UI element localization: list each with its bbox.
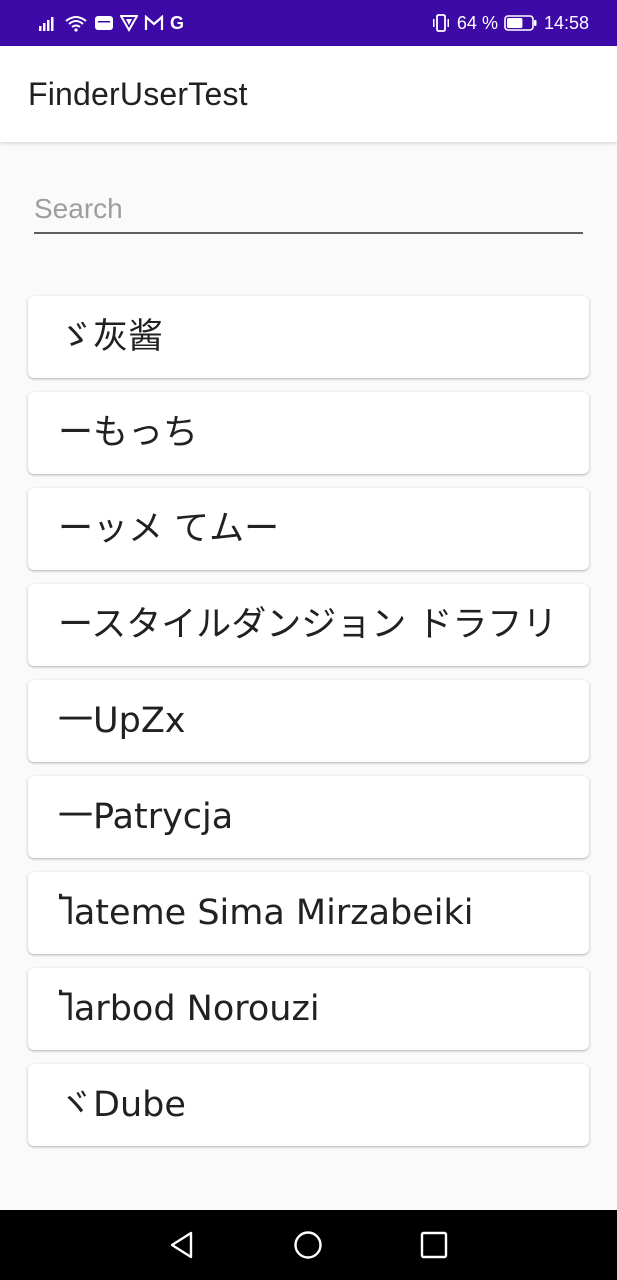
user-name: ーッメ てムー <box>58 509 280 549</box>
user-card-2[interactable]: ーもっち <box>28 392 589 474</box>
user-name: ゞ灰酱 <box>58 317 164 357</box>
battery-percent: 64 % <box>456 12 498 33</box>
user-card-9[interactable]: ヾDube <box>28 1064 589 1146</box>
status-bar-left: G <box>38 13 184 33</box>
status-bar: G 64 % 14:58 <box>0 0 617 46</box>
user-card-7[interactable]: Ⴈateme Sima Mirzabeiki <box>28 872 589 954</box>
user-name: ースタイルダンジョン ドラフリ <box>58 605 558 645</box>
signal-icon <box>38 13 58 33</box>
status-bar-right: 64 % 14:58 <box>431 13 589 34</box>
navigation-bar <box>0 1210 617 1280</box>
search-field <box>34 186 583 234</box>
message-icon <box>94 13 114 33</box>
back-triangle-icon[interactable] <box>163 1225 203 1265</box>
vpn-shield-icon <box>120 13 138 33</box>
user-name: Ⴈarbod Norouzi <box>58 989 320 1029</box>
user-card-1[interactable]: ゞ灰酱 <box>28 296 589 378</box>
user-name: Ⴈateme Sima Mirzabeiki <box>58 893 474 933</box>
user-card-3[interactable]: ーッメ てムー <box>28 488 589 570</box>
app-title: FinderUserTest <box>28 75 248 112</box>
user-card-5[interactable]: 一UpZx <box>28 680 589 762</box>
google-icon: G <box>170 12 185 33</box>
user-card-6[interactable]: 一Patrycja <box>28 776 589 858</box>
user-name: ヾDube <box>58 1085 186 1125</box>
app-bar: FinderUserTest <box>0 46 617 142</box>
vibrate-icon <box>431 13 451 33</box>
clock-time: 14:58 <box>543 12 589 33</box>
user-name: ーもっち <box>58 413 199 453</box>
user-card-4[interactable]: ースタイルダンジョン ドラフリ <box>28 584 589 666</box>
wifi-icon <box>64 13 88 33</box>
user-name: 一Patrycja <box>58 797 234 837</box>
home-circle-icon[interactable] <box>288 1225 328 1265</box>
battery-icon <box>504 13 538 33</box>
app-screen: G 64 % 14:58 FinderUserTest Search ゞ灰酱 ー… <box>0 0 617 1280</box>
gmail-icon <box>144 13 164 33</box>
recents-square-icon[interactable] <box>414 1225 454 1265</box>
search-input[interactable] <box>34 186 583 232</box>
user-name: 一UpZx <box>58 701 186 741</box>
user-card-8[interactable]: Ⴈarbod Norouzi <box>28 968 589 1050</box>
